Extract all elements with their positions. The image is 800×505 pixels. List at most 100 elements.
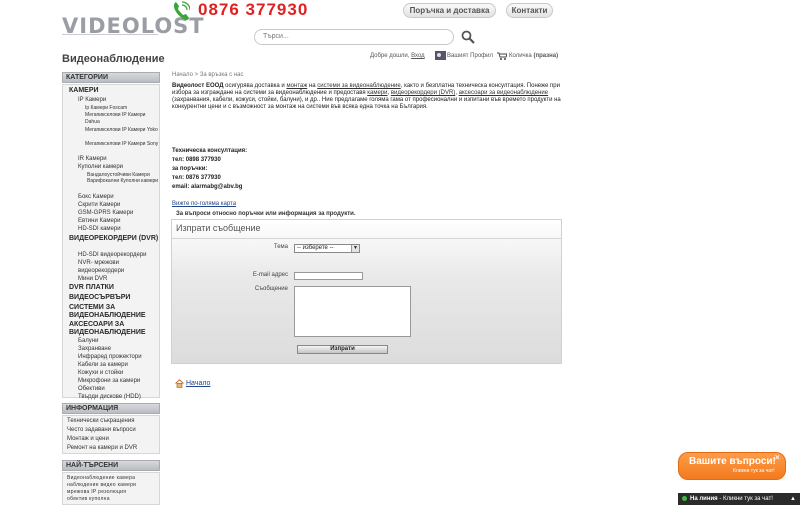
chat-bar[interactable]: На линия - Кликни тук за чат! ▲ [678,493,800,505]
contact-form: Изпрати съобщение Тема -- изберете -- ▼ … [171,219,562,364]
category-item[interactable]: ВИДЕОСЪРВЪРИ [69,294,130,302]
tag-line[interactable]: обектив куполна [67,495,110,503]
cart-icon [497,52,507,60]
info-item[interactable]: Технически съкращения [67,417,134,425]
category-item[interactable]: КАМЕРИ [69,87,99,95]
chat-bar-text: - Кликни тук за чат! [717,496,773,502]
category-item[interactable]: Мегапикселови IP Камери Dahua [85,112,159,126]
info-header: ИНФОРМАЦИЯ [62,403,160,414]
cart-link[interactable]: Количка (празна) [509,53,558,59]
category-item[interactable]: Мегапикселови IP Камери Yoko [85,127,159,134]
contacts-button[interactable]: Контакти [506,3,553,18]
chat-title: Вашите въпроси! [689,456,776,467]
category-item[interactable]: Микрофони за камери [78,377,140,385]
site-logo[interactable]: VIDEOLOST [62,14,204,40]
intro-text: на [307,83,318,89]
phone-icon [173,1,190,21]
category-item[interactable]: Варифокални Куполни камери [87,178,159,185]
accessories-link[interactable]: аксесоари за видеонаблюдение [459,90,548,96]
topic-select-value: -- изберете -- [297,245,334,251]
intro-text: осигурява доставка и [223,83,287,89]
category-item[interactable]: Инфраред прожектори [78,353,142,361]
topic-select[interactable]: -- изберете -- ▼ [294,244,360,253]
category-item[interactable]: Кабели за камери [78,361,128,369]
category-item[interactable]: Обективи [78,385,105,393]
logo-underline [62,34,158,38]
category-item[interactable]: NVR- мрежови видеорекордери [78,259,158,275]
breadcrumb[interactable]: Начало > За връзка с нас [172,72,243,78]
login-link[interactable]: Вход [411,53,425,59]
home-link[interactable]: Начало [175,379,210,388]
search-input[interactable] [263,33,443,40]
category-item[interactable]: Евтини Камери [78,217,120,225]
search-icon[interactable] [461,30,475,44]
phone-number: 0876 377930 [198,0,309,19]
cart-status: (празна) [533,53,559,59]
profile-icon [435,51,446,60]
form-divider [172,238,561,239]
category-item[interactable]: ВИДЕОРЕКОРДЕРИ (DVR) [69,235,159,243]
chat-bubble[interactable]: Вашите въпроси! Кликни тук за чат! × [678,452,786,480]
top-searches-header: НАЙ-ТЪРСЕНИ [62,460,160,471]
contact-line: тел: 0898 377930 [172,157,221,163]
category-item[interactable]: DVR ПЛАТКИ [69,284,114,292]
category-item[interactable]: Бокс Камери [78,193,114,201]
close-icon[interactable]: × [775,453,780,462]
install-link[interactable]: монтаж [286,83,307,89]
category-item[interactable]: Мегапикселови IP Камери Sony [85,141,159,148]
dvr-link[interactable]: видеорекордери (DVR) [391,90,455,96]
email-field[interactable] [294,272,363,280]
category-item[interactable]: IR Камери [78,155,107,163]
info-item[interactable]: Ремонт на камери и DVR [67,444,137,452]
category-item[interactable]: Кожухи и стойки [78,369,123,377]
contact-info: Техническа консултация: тел: 0898 377930… [172,147,247,192]
categories-header: КАТЕГОРИИ [62,72,160,83]
submit-button[interactable]: Изпрати [297,345,388,354]
chevron-down-icon: ▼ [351,245,359,252]
home-icon [175,379,184,388]
categories-box: КАМЕРИ IP Камери Ip Камери Foscam Мегапи… [62,84,160,401]
search-box [254,29,454,45]
category-item[interactable]: Твърди дискове (HDD) [78,393,141,401]
systems-link[interactable]: системи за видеонаблюдение [317,83,401,89]
profile-link[interactable]: Вашият Профил [447,53,493,59]
company-name: Видеолост ЕООД [172,83,224,89]
category-item[interactable]: Куполни камери [78,163,123,171]
online-status-icon [682,495,687,501]
category-item[interactable]: Ip Камери Foscam [85,104,127,112]
message-textarea[interactable] [294,286,411,337]
intro-text: (захранвания, кабели, кожуси, стойки, ба… [172,97,561,110]
category-item[interactable]: GSM-GPRS Камери [78,209,133,217]
form-note: За въпроси относно поръчки или информаци… [176,211,356,217]
intro-paragraph: Видеолост ЕООД осигурява доставка и монт… [172,83,567,111]
site-title: Видеонаблюдение [62,53,165,65]
welcome-label: Добре дошли, [370,53,410,59]
chat-subtitle: Кликни тук за чат! [733,468,775,474]
cameras-link[interactable]: камери [367,90,387,96]
form-title: Изпрати съобщение [176,223,261,233]
contact-line: тел: 0876 377930 [172,175,221,181]
category-item[interactable]: СИСТЕМИ ЗА ВИДЕОНАБЛЮДЕНИЕ [69,304,159,320]
contact-line: за поръчки: [172,166,208,172]
home-link-label: Начало [186,380,211,387]
category-item[interactable]: Мини DVR [78,275,107,283]
order-delivery-button[interactable]: Поръчка и доставка [403,3,496,18]
category-item[interactable]: IP Камери [78,96,106,104]
category-item[interactable]: Захранване [78,345,111,353]
top-searches-box: Видеонаблюдение камера наблюдение видео … [62,472,160,505]
category-item[interactable]: АКСЕСОАРИ ЗА ВИДЕОНАБЛЮДЕНИЕ [69,321,159,337]
info-box: Технически съкращения Често задавани въп… [62,415,160,454]
larger-map-link[interactable]: Вижте по-голяма карта [172,201,236,207]
category-item[interactable]: Балуни [78,337,98,345]
contact-line: email: alarmabg@abv.bg [172,184,243,190]
info-item[interactable]: Монтаж и цени [67,435,109,443]
chat-online-label: На линия [690,496,718,502]
message-label: Съобщение [254,286,288,292]
email-label: E-mail адрес [252,272,288,278]
cart-label: Количка [509,53,532,59]
category-item[interactable]: HD-SDI видеорекордери [78,251,146,259]
category-item[interactable]: Скрити Камери [78,201,120,209]
category-item[interactable]: HD-SDI камери [78,225,121,233]
info-item[interactable]: Често задавани въпроси [67,426,136,434]
welcome-text: Добре дошли, Вход [370,53,425,59]
